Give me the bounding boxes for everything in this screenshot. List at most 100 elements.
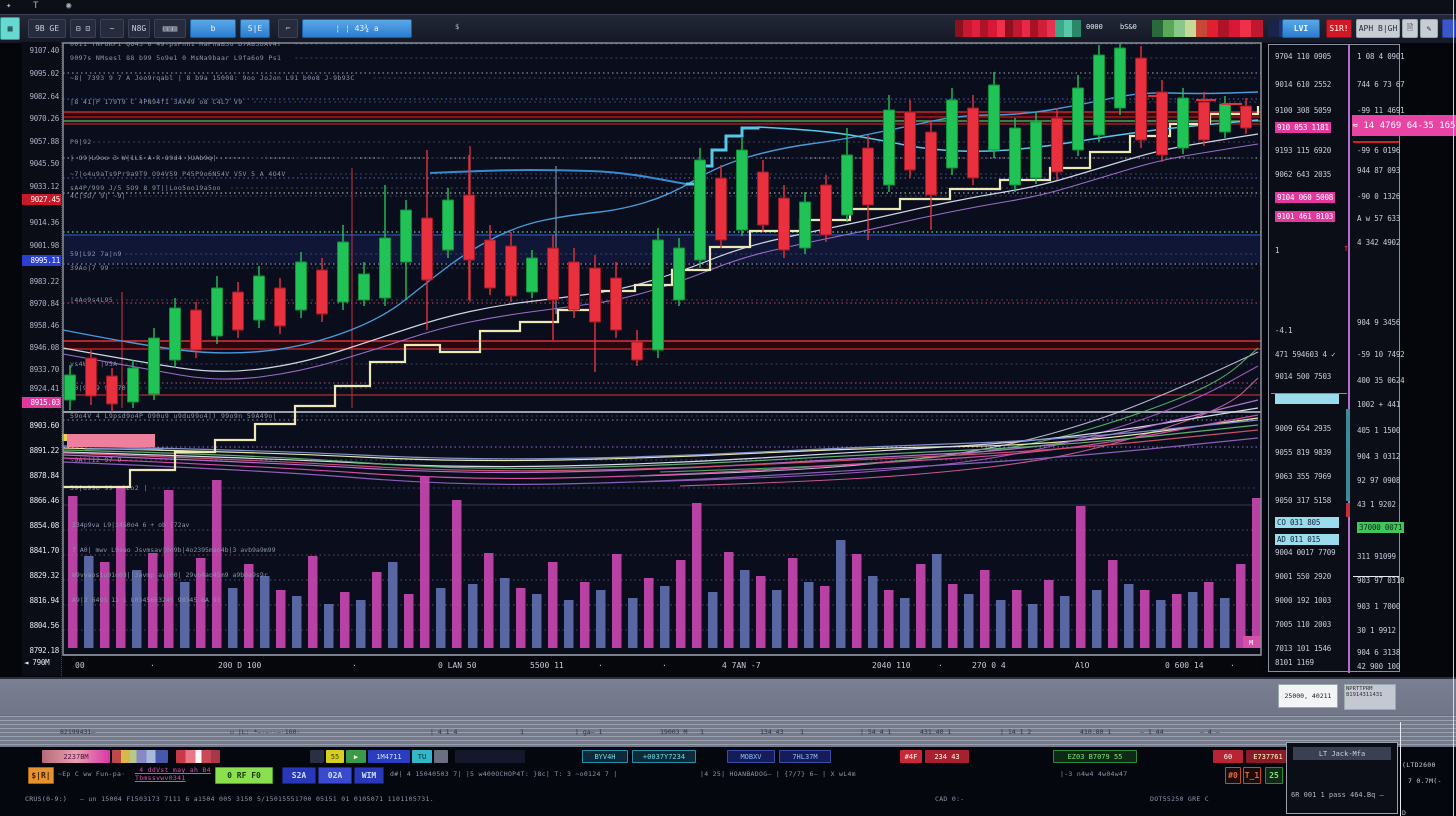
sidebar-row[interactable]: 405 1 1500	[1357, 426, 1400, 435]
signal-strip-segment[interactable]	[1163, 20, 1175, 37]
sir-button[interactable]: S1R!	[1326, 19, 1352, 38]
sidebar-row[interactable]: 904 9 3456	[1357, 318, 1400, 327]
main-chart[interactable]: 0011 TNPOKP1 QO43 6 49-psPnh1 MaPnaB3o D…	[62, 42, 1262, 676]
sidebar-row[interactable]: 9050 317 5158	[1275, 496, 1331, 505]
control-button[interactable]: S2A	[282, 767, 316, 784]
bottom-right-panel[interactable]: LT Jack-Mfa 6R 001 1 pass 464.Bq —	[1286, 742, 1398, 814]
sidebar-row[interactable]: 904 6 3138	[1357, 648, 1400, 657]
axis-bottom-label[interactable]: ◄ 790M	[24, 658, 61, 667]
control-button[interactable]: #0	[1225, 767, 1241, 784]
indicator-chip[interactable]: 1M4711	[368, 750, 410, 763]
signal-strip-segment[interactable]	[1196, 20, 1208, 37]
toolbar-button[interactable]: ⊟ ⊡	[70, 19, 96, 38]
sidebar-row[interactable]: -4.1	[1275, 326, 1292, 335]
toolbar-button[interactable]: b	[190, 19, 236, 38]
sidebar-row[interactable]: 9055 819 9839	[1275, 448, 1331, 457]
sidebar-row[interactable]: 9062 643 2035	[1275, 170, 1331, 179]
indicator-chip[interactable]: BYV4H	[582, 750, 628, 763]
titlebar-icon[interactable]: ✦	[6, 1, 11, 11]
sidebar-row[interactable]: 471 594603 4 ✓	[1275, 350, 1335, 359]
control-button[interactable]: 25	[1265, 767, 1283, 784]
toolbar-button[interactable]: ¦ ¦ 43¾ a	[302, 19, 412, 38]
signal-strip-segment[interactable]	[1240, 20, 1252, 37]
sidebar-row[interactable]: A w 57 633	[1357, 214, 1400, 223]
titlebar-icon[interactable]: T	[33, 1, 38, 11]
toolbar-button[interactable]: N8G	[128, 19, 150, 38]
toolbar-button[interactable]: ▥▥▥	[154, 19, 186, 38]
sidebar-row[interactable]: 9000 192 1003	[1275, 596, 1331, 605]
signal-strip-segment[interactable]	[1174, 20, 1186, 37]
signal-strip-segment[interactable]	[1207, 20, 1219, 37]
control-button[interactable]: $|R|	[28, 767, 54, 784]
teal-strip-segment[interactable]	[1072, 20, 1081, 37]
signal-strip-segment[interactable]	[1218, 20, 1230, 37]
indicator-chip[interactable]: E737761	[1246, 750, 1290, 763]
sidebar-row[interactable]: 7005 110 2003	[1275, 620, 1331, 629]
sidebar-row[interactable]: 7013 101 1546	[1275, 644, 1331, 653]
sidebar-row[interactable]: 1 08 4 0901	[1357, 52, 1404, 61]
indicator-chip[interactable]: TU	[412, 750, 432, 763]
sidebar-row[interactable]: 9101 461 8103	[1275, 211, 1335, 222]
toolbar-button[interactable]: S|E	[240, 19, 270, 38]
sidebar-row[interactable]: 9004 0017 7709	[1275, 548, 1335, 557]
sidebar-row[interactable]: 43 1 9202	[1357, 500, 1396, 509]
indicator-chip[interactable]: #4F	[900, 750, 922, 763]
toolbar-gray-button[interactable]: APH B|GH	[1356, 19, 1400, 38]
blue-strip-segment[interactable]	[1268, 20, 1279, 37]
sidebar-row[interactable]: 9014 500 7503	[1275, 372, 1331, 381]
sidebar-row[interactable]: 37000 0071	[1357, 522, 1404, 533]
control-button[interactable]: T_1	[1243, 767, 1261, 784]
indicator-chip[interactable]: MOBXV	[727, 750, 775, 763]
sidebar-row[interactable]: 903 97 0310	[1357, 576, 1404, 585]
indicator-chip[interactable]	[310, 750, 324, 763]
signal-strip-segment[interactable]	[1152, 20, 1164, 37]
indicator-chip[interactable]: 2237BM	[42, 750, 110, 763]
signal-strip-segment[interactable]	[1251, 20, 1263, 37]
signal-strip-segment[interactable]	[1185, 20, 1197, 37]
sidebar-row[interactable]: 9704 110 0905	[1275, 52, 1331, 61]
sidebar-row[interactable]: 944 87 093	[1357, 166, 1400, 175]
titlebar-icon[interactable]: ◉	[66, 1, 71, 11]
sidebar-row[interactable]: 9063 355 7969	[1275, 472, 1331, 481]
sidebar-row[interactable]: AD 011 015	[1275, 534, 1339, 545]
sidebar-row[interactable]: -90 0 1326	[1357, 192, 1400, 201]
control-button[interactable]: 02A	[318, 767, 352, 784]
sidebar-row[interactable]: 903 1 7000	[1357, 602, 1400, 611]
sidebar-row[interactable]: -99 11 4691	[1357, 106, 1404, 115]
sidebar-row[interactable]: 8101 1169	[1275, 658, 1314, 667]
sidebar-row[interactable]: 311 91099	[1357, 552, 1396, 561]
sidebar-row[interactable]: 9009 654 2935	[1275, 424, 1331, 433]
sidebar-row[interactable]: 9014 610 2552	[1275, 80, 1331, 89]
sidebar-row[interactable]: 4 342 4902	[1357, 238, 1400, 247]
sidebar-row[interactable]: 9001 550 2920	[1275, 572, 1331, 581]
sidebar-row[interactable]: 400 35 0624	[1357, 376, 1404, 385]
sidebar-row[interactable]: 30 1 9912	[1357, 626, 1396, 635]
indicator-chip[interactable]: +0037Y7234	[632, 750, 696, 763]
sidebar-row[interactable]: -99 6 0196	[1357, 146, 1400, 155]
sidebar-row[interactable]: 744 6 73 67	[1357, 80, 1404, 89]
sidebar-row[interactable]: 904 3 0312	[1357, 452, 1400, 461]
indicator-chip[interactable]: ▶	[346, 750, 366, 763]
sidebar-row[interactable]: 1002 + 441	[1357, 400, 1400, 409]
indicator-chip[interactable]	[112, 750, 168, 763]
sidebar-row[interactable]: -59 10 7492	[1357, 350, 1404, 359]
sidebar-row[interactable]: 9104 060 5008	[1275, 192, 1335, 203]
indicator-chip[interactable]: 234 43	[925, 750, 969, 763]
indicator-chip[interactable]: EZ03 B7079 55	[1053, 750, 1137, 763]
toolbar-button[interactable]: 9B GE	[28, 19, 66, 38]
sidebar-row[interactable]: 910 053 1181	[1275, 122, 1331, 133]
app-logo-button[interactable]: ▦	[0, 17, 20, 40]
indicator-chip[interactable]: 7HL37M	[779, 750, 831, 763]
sidebar-row[interactable]: 1	[1275, 246, 1279, 255]
indicator-chip[interactable]: 55	[326, 750, 344, 763]
indicator-chip[interactable]	[434, 750, 448, 763]
sidebar-row[interactable]: CO 031 805	[1275, 517, 1339, 528]
indicator-chip[interactable]	[455, 750, 525, 763]
panel-header[interactable]: LT Jack-Mfa	[1293, 747, 1391, 760]
sidebar-row[interactable]: 9100 308 5059	[1275, 106, 1331, 115]
toolbar-button[interactable]: ⌐	[278, 19, 298, 38]
toolbar-button[interactable]: ~	[100, 19, 124, 38]
indicator-chip[interactable]: 60	[1213, 750, 1243, 763]
sidebar-row[interactable]: 9193 115 6920	[1275, 146, 1331, 155]
indicator-chip[interactable]	[176, 750, 220, 763]
